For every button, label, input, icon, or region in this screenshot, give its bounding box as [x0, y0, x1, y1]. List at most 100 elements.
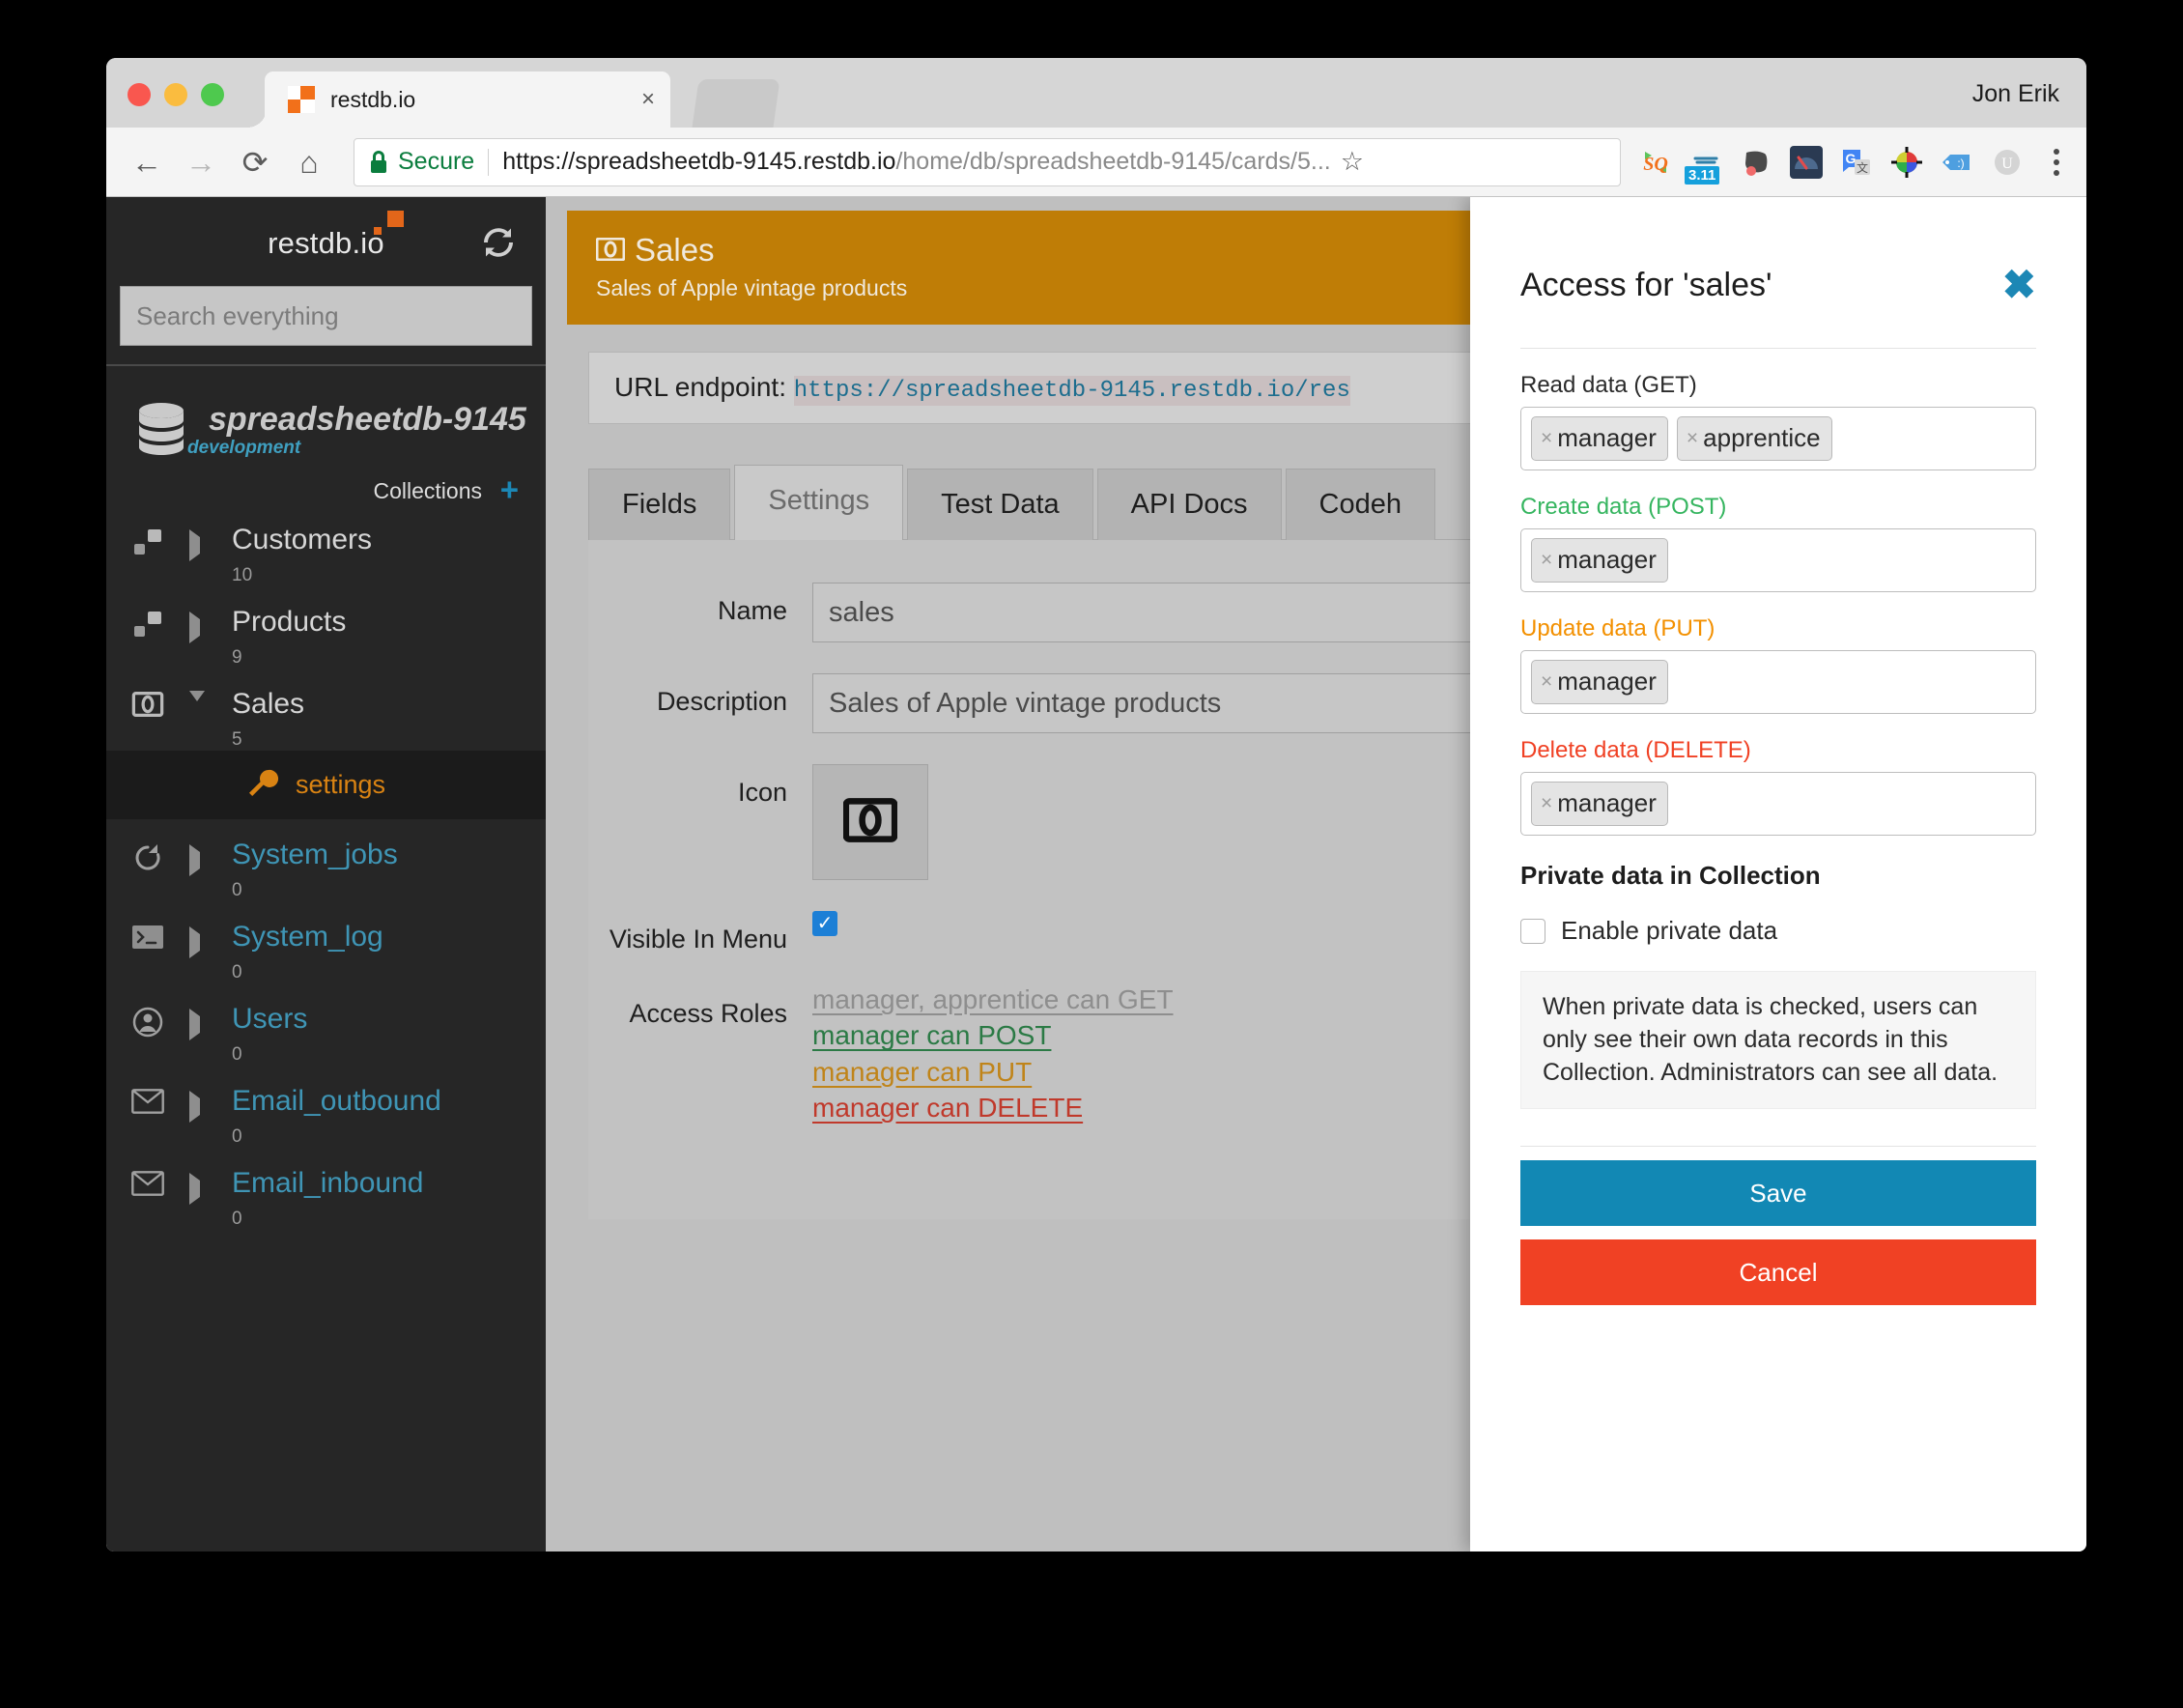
- description-input[interactable]: [812, 673, 1546, 733]
- name-input[interactable]: [812, 583, 1546, 642]
- sidebar-item-text: Customers 10: [232, 526, 546, 586]
- sidebar-item-products[interactable]: Products 9: [106, 586, 546, 669]
- sidebar-item-settings[interactable]: settings: [106, 751, 546, 819]
- speedtest-extension-icon[interactable]: [1783, 139, 1829, 185]
- chevron-right-icon[interactable]: [189, 526, 232, 561]
- forward-icon[interactable]: →: [174, 147, 228, 178]
- search-input[interactable]: [120, 286, 532, 346]
- enable-private-data-checkbox[interactable]: [1520, 918, 1545, 944]
- chevron-right-icon[interactable]: [189, 923, 232, 958]
- squarespace-extension-icon[interactable]: SQ: [1632, 139, 1679, 185]
- sidebar: restdb.io spreadsheetdb-9145 developmen: [106, 197, 546, 1551]
- chevron-down-icon[interactable]: [189, 690, 232, 719]
- tab-test-data[interactable]: Test Data: [907, 469, 1093, 540]
- modal-title: Access for 'sales': [1520, 266, 1772, 303]
- sidebar-item-system_log[interactable]: System_log 0: [106, 901, 546, 983]
- chevron-right-icon[interactable]: [189, 1087, 232, 1123]
- browser-menu-icon[interactable]: [2034, 148, 2079, 176]
- tab-api-docs[interactable]: API Docs: [1096, 469, 1282, 540]
- home-icon[interactable]: ⌂: [282, 147, 336, 178]
- google-translate-extension-icon[interactable]: G文: [1833, 139, 1880, 185]
- collections-label: Collections: [373, 478, 483, 503]
- access-role-link-post[interactable]: manager can POST: [812, 1020, 1051, 1050]
- chip-remove-icon[interactable]: ×: [1541, 792, 1552, 815]
- sidebar-item-text: Email_outbound 0: [232, 1087, 546, 1148]
- chip-remove-icon[interactable]: ×: [1541, 670, 1552, 694]
- endpoint-url[interactable]: https://spreadsheetdb-9145.restdb.io/res: [793, 376, 1350, 406]
- restdb-logo[interactable]: restdb.io: [106, 211, 546, 261]
- svg-text::): :): [1957, 157, 1964, 170]
- sidebar-item-count: 9: [232, 647, 242, 668]
- svg-text:SQ: SQ: [1643, 154, 1668, 175]
- sidebar-item-count: 0: [232, 880, 242, 900]
- access-role-link-delete[interactable]: manager can DELETE: [812, 1093, 1083, 1123]
- access-role-link-put[interactable]: manager can PUT: [812, 1057, 1032, 1087]
- ublock-extension-icon[interactable]: U: [1984, 139, 2030, 185]
- cancel-button[interactable]: Cancel: [1520, 1239, 2036, 1306]
- chip-remove-icon[interactable]: ×: [1541, 549, 1552, 572]
- database-row[interactable]: spreadsheetdb-9145 development: [106, 401, 546, 461]
- bookmark-star-icon[interactable]: ☆: [1341, 147, 1364, 177]
- acl-role-input-3[interactable]: × manager: [1520, 772, 2036, 836]
- chevron-right-icon[interactable]: [189, 608, 232, 643]
- add-collection-icon[interactable]: +: [500, 473, 519, 505]
- chevron-right-icon[interactable]: [189, 1169, 232, 1205]
- window-maximize-button[interactable]: [201, 83, 224, 106]
- chevron-right-icon[interactable]: [189, 1005, 232, 1040]
- address-bar-url: https://spreadsheetdb-9145.restdb.io/hom…: [502, 148, 1331, 176]
- role-chip[interactable]: × manager: [1531, 782, 1668, 826]
- window-close-button[interactable]: [128, 83, 151, 106]
- role-chip[interactable]: × apprentice: [1676, 416, 1832, 461]
- sidebar-item-label: Products: [232, 606, 347, 638]
- close-icon[interactable]: ✖: [2002, 265, 2036, 305]
- tag-extension-icon[interactable]: :): [1934, 139, 1980, 185]
- pocket-extension-icon[interactable]: 3.11: [1683, 139, 1729, 185]
- role-chip[interactable]: × manager: [1531, 538, 1668, 583]
- chip-remove-icon[interactable]: ×: [1541, 427, 1552, 450]
- banknote-icon: [106, 690, 189, 717]
- save-button[interactable]: Save: [1520, 1160, 2036, 1227]
- address-bar[interactable]: Secure https://spreadsheetdb-9145.restdb…: [354, 137, 1621, 186]
- sidebar-item-text: System_jobs 0: [232, 840, 546, 901]
- sidebar-item-system_jobs[interactable]: System_jobs 0: [106, 819, 546, 901]
- private-data-row[interactable]: Enable private data: [1520, 916, 2036, 946]
- evernote-extension-icon[interactable]: [1733, 139, 1779, 185]
- acl-role-input-0[interactable]: × manager × apprentice: [1520, 407, 2036, 470]
- url-host: https://spreadsheetdb-9145.restdb.io: [502, 148, 896, 175]
- sidebar-item-email_inbound[interactable]: Email_inbound 0: [106, 1148, 546, 1230]
- app-body: restdb.io spreadsheetdb-9145 developmen: [106, 197, 2086, 1551]
- sidebar-item-count: 0: [232, 1044, 242, 1065]
- profile-name[interactable]: Jon Erik: [1972, 80, 2059, 108]
- tab-codeh[interactable]: Codeh: [1285, 469, 1435, 540]
- icon-picker-button[interactable]: [812, 764, 928, 880]
- new-tab-button[interactable]: [692, 79, 780, 128]
- collections-header: Collections +: [106, 473, 546, 505]
- sidebar-header: restdb.io: [106, 197, 546, 366]
- tab-fields[interactable]: Fields: [588, 469, 731, 540]
- access-role-link-get[interactable]: manager, apprentice can GET: [812, 984, 1174, 1014]
- acl-sections: Read data (GET) × manager × apprentice Create…: [1520, 372, 2036, 836]
- window-minimize-button[interactable]: [164, 83, 187, 106]
- browser-tab[interactable]: restdb.io ×: [247, 71, 670, 128]
- sidebar-item-sales[interactable]: Sales 5: [106, 669, 546, 751]
- sidebar-item-email_outbound[interactable]: Email_outbound 0: [106, 1066, 546, 1148]
- chip-remove-icon[interactable]: ×: [1687, 427, 1698, 450]
- acl-role-input-2[interactable]: × manager: [1520, 650, 2036, 714]
- role-chip[interactable]: × manager: [1531, 416, 1668, 461]
- role-chip[interactable]: × manager: [1531, 660, 1668, 704]
- chevron-right-icon[interactable]: [189, 840, 232, 876]
- reload-icon[interactable]: ⟳: [228, 147, 282, 178]
- refresh-icon[interactable]: [482, 226, 515, 264]
- envelope-icon: [106, 1169, 189, 1196]
- sidebar-item-users[interactable]: Users 0: [106, 983, 546, 1066]
- sidebar-item-customers[interactable]: Customers 10: [106, 504, 546, 586]
- tab-settings[interactable]: Settings: [734, 465, 904, 540]
- close-icon[interactable]: ×: [626, 88, 670, 111]
- back-icon[interactable]: ←: [120, 147, 174, 178]
- pocket-extension-badge: 3.11: [1685, 165, 1720, 185]
- chip-label: manager: [1557, 667, 1657, 696]
- visible-in-menu-checkbox[interactable]: ✓: [812, 911, 837, 936]
- endpoint-label: URL endpoint:: [614, 372, 786, 402]
- acl-section-label-2: Update data (PUT): [1520, 615, 1715, 641]
- colorpicker-extension-icon[interactable]: [1884, 139, 1930, 185]
